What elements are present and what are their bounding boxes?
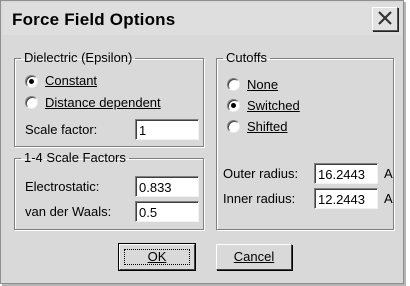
van-der-waals-label: van der Waals: — [25, 204, 112, 219]
close-icon — [378, 11, 392, 25]
none-label[interactable]: None — [247, 77, 278, 93]
ok-button[interactable]: OK — [118, 243, 196, 271]
scale-factors-legend: 1-4 Scale Factors — [24, 150, 126, 165]
shifted-label[interactable]: Shifted — [247, 119, 287, 135]
distance-dependent-label[interactable]: Distance dependent — [45, 95, 161, 111]
outer-radius-unit: A — [384, 166, 393, 181]
scale-factor-label: Scale factor: — [25, 122, 98, 137]
constant-label-text: Constant — [45, 73, 98, 88]
outer-radius-label: Outer radius: — [223, 166, 299, 181]
shifted-radio[interactable] — [227, 120, 240, 133]
outer-radius-input[interactable] — [314, 163, 378, 184]
constant-label[interactable]: Constant — [45, 73, 97, 89]
switched-label-text: Switched — [247, 98, 300, 113]
inner-radius-label: Inner radius: — [223, 191, 296, 206]
window-title: Force Field Options — [12, 10, 176, 29]
switched-radio[interactable] — [227, 99, 240, 112]
none-label-text: None — [247, 77, 279, 92]
distance-dependent-radio[interactable] — [25, 96, 38, 109]
title-bar[interactable]: Force Field Options — [3, 3, 401, 35]
ok-button-label: OK — [147, 249, 167, 264]
none-radio[interactable] — [227, 78, 240, 91]
van-der-waals-input[interactable] — [135, 201, 199, 222]
electrostatic-label: Electrostatic: — [25, 179, 100, 194]
cancel-button-label: Cancel — [233, 249, 275, 264]
inner-radius-unit: A — [384, 191, 393, 206]
cutoffs-legend: Cutoffs — [226, 50, 267, 65]
cancel-button[interactable]: Cancel — [216, 244, 292, 270]
electrostatic-input[interactable] — [135, 176, 199, 197]
distance-dependent-label-text: Distance dependent — [45, 95, 161, 110]
shifted-label-text: Shifted — [247, 119, 288, 134]
switched-label[interactable]: Switched — [247, 98, 300, 114]
dielectric-legend: Dielectric (Epsilon) — [24, 50, 133, 65]
constant-radio[interactable] — [25, 75, 38, 88]
scale-factor-input[interactable] — [135, 119, 199, 140]
close-button[interactable] — [372, 7, 398, 31]
inner-radius-input[interactable] — [314, 188, 378, 209]
force-field-options-dialog: Force Field Options Dielectric (Epsilon)… — [0, 0, 404, 284]
